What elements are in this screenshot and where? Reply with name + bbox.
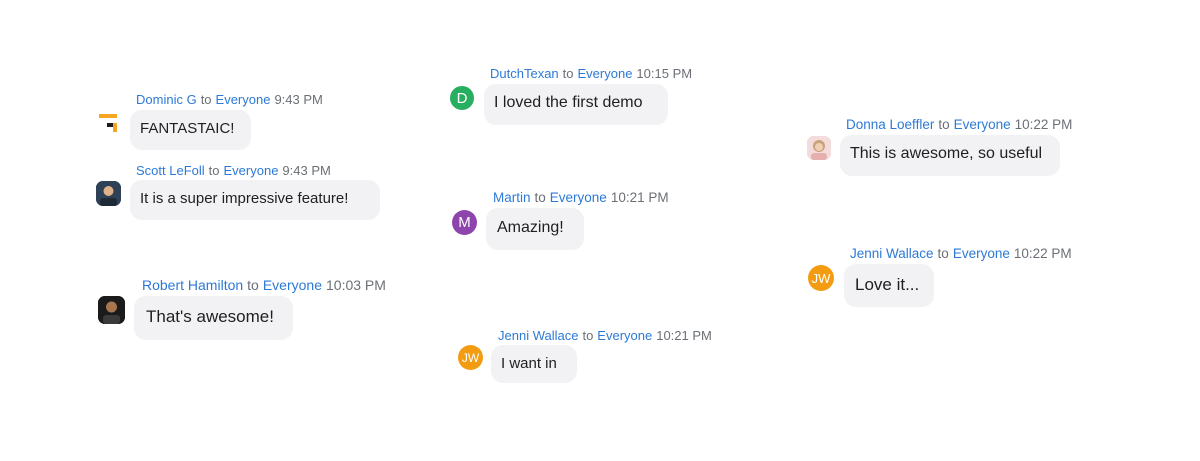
sender-name[interactable]: DutchTexan — [490, 66, 559, 81]
message-time: 10:21 PM — [656, 328, 712, 343]
avatar-initials: D — [456, 89, 468, 107]
message-bubble[interactable]: FANTASTAIC! — [130, 110, 251, 150]
initial-avatar-m[interactable]: M — [452, 210, 477, 235]
recipient-name[interactable]: Everyone — [550, 190, 607, 205]
recipient-name[interactable]: Everyone — [578, 66, 633, 81]
message-text: This is awesome, so useful — [850, 145, 1043, 162]
initial-avatar-d[interactable]: D — [450, 86, 474, 110]
to-label: to — [938, 117, 950, 132]
message-text: That's awesome! — [146, 307, 274, 326]
message-bubble[interactable]: Love it... — [844, 264, 934, 307]
message-bubble[interactable]: I want in — [491, 345, 577, 383]
message-header: Jenni Wallace to Everyone 10:22 PM — [850, 246, 1072, 262]
avatar-initials: JW — [461, 350, 480, 365]
message-text: Amazing! — [497, 219, 564, 236]
sender-name[interactable]: Scott LeFoll — [136, 163, 205, 178]
scott-photo-avatar[interactable] — [96, 181, 121, 206]
message-header: Jenni Wallace to Everyone 10:21 PM — [498, 328, 712, 344]
message-time: 10:15 PM — [636, 66, 693, 81]
robert-photo-avatar[interactable] — [98, 296, 125, 324]
sender-name[interactable]: Robert Hamilton — [142, 277, 243, 293]
message-bubble[interactable]: I loved the first demo — [484, 84, 668, 125]
sender-name[interactable]: Donna Loeffler — [846, 117, 934, 132]
message-time: 10:22 PM — [1013, 246, 1072, 261]
message-time: 10:21 PM — [610, 190, 669, 205]
message-header: DutchTexan to Everyone 10:15 PM — [490, 66, 692, 82]
sender-name[interactable]: Dominic G — [136, 92, 197, 107]
recipient-name[interactable]: Everyone — [597, 328, 652, 343]
recipient-name[interactable]: Everyone — [216, 92, 271, 107]
initial-avatar-jw[interactable]: JW — [458, 345, 483, 370]
recipient-name[interactable]: Everyone — [953, 246, 1010, 261]
to-label: to — [562, 66, 574, 81]
message-bubble[interactable]: This is awesome, so useful — [840, 135, 1060, 176]
recipient-name[interactable]: Everyone — [954, 117, 1011, 132]
message-bubble[interactable]: That's awesome! — [134, 296, 293, 340]
message-time: 10:22 PM — [1014, 117, 1073, 132]
message-header: Dominic Gto Everyone 9:43 PM — [136, 92, 323, 108]
message-text: I want in — [501, 355, 557, 372]
recipient-name[interactable]: Everyone — [263, 277, 322, 293]
message-time: 10:03 PM — [326, 277, 386, 293]
avatar-initials: JW — [811, 270, 831, 286]
message-header: Scott LeFoll to Everyone 9:43 PM — [136, 163, 331, 179]
message-bubble[interactable]: Amazing! — [486, 208, 584, 250]
to-label: to — [582, 328, 594, 343]
message-bubble[interactable]: It is a super impressive feature! — [130, 180, 380, 220]
sender-name[interactable]: Jenni Wallace — [850, 246, 934, 261]
message-text: Love it... — [855, 275, 920, 294]
sender-name[interactable]: Jenni Wallace — [498, 328, 578, 343]
message-header: Donna Loeffler to Everyone 10:22 PM — [846, 117, 1072, 133]
dominic-logo-avatar[interactable] — [99, 114, 119, 132]
to-label: to — [247, 277, 259, 293]
message-header: Robert Hamilton to Everyone 10:03 PM — [142, 277, 386, 293]
chat-canvas: { "to_label": "to", "messages": [ {"send… — [0, 0, 1200, 461]
message-time: 9:43 PM — [282, 163, 331, 178]
message-text: I loved the first demo — [494, 94, 643, 111]
to-label: to — [200, 92, 212, 107]
message-time: 9:43 PM — [274, 92, 323, 107]
recipient-name[interactable]: Everyone — [224, 163, 279, 178]
to-label: to — [534, 190, 546, 205]
to-label: to — [937, 246, 949, 261]
message-header: Martin to Everyone 10:21 PM — [493, 190, 669, 206]
to-label: to — [208, 163, 220, 178]
avatar-initials: M — [458, 214, 471, 231]
message-text: It is a super impressive feature! — [140, 190, 349, 207]
donna-photo-avatar[interactable] — [807, 136, 831, 160]
initial-avatar-jw[interactable]: JW — [808, 265, 834, 291]
sender-name[interactable]: Martin — [493, 190, 531, 205]
message-text: FANTASTAIC! — [140, 120, 235, 137]
